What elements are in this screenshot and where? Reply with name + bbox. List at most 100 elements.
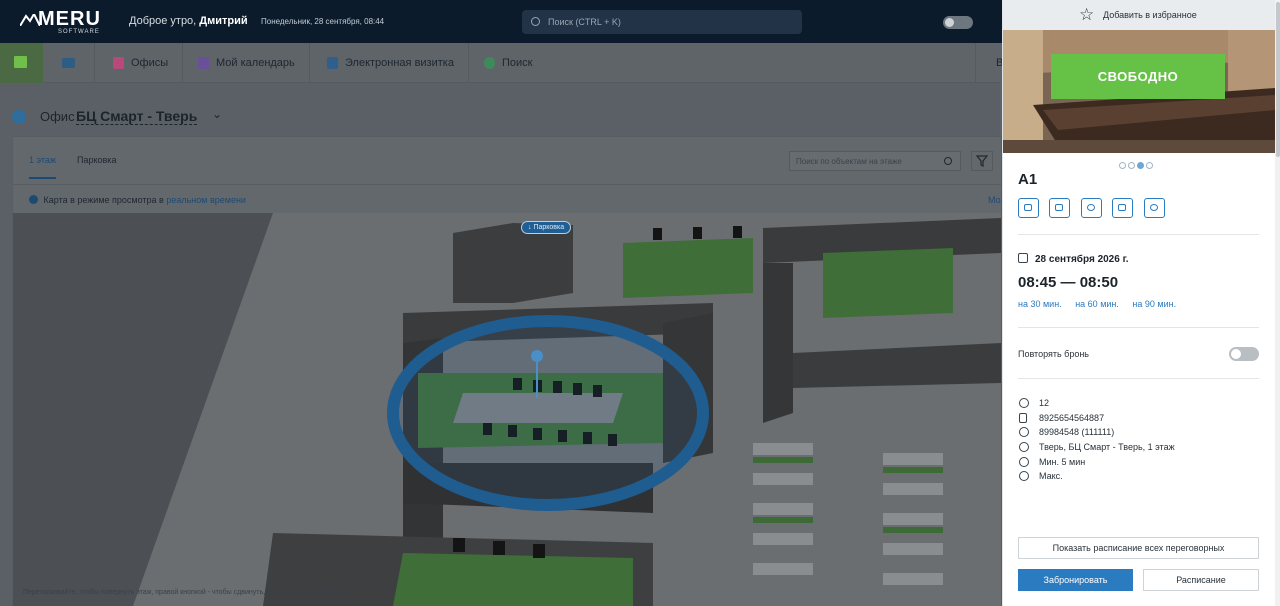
panel-scrollbar[interactable] bbox=[1275, 0, 1280, 606]
prop-value: Мин. 5 мин bbox=[1039, 456, 1086, 467]
object-search-input[interactable]: Поиск по объектам на этаже bbox=[789, 151, 961, 171]
prop-value: Тверь, БЦ Смарт - Тверь, 1 этаж bbox=[1039, 442, 1175, 453]
room-detail-panel: ☆ Добавить в избранное СВОБОДНО A1 28 се… bbox=[1002, 0, 1280, 606]
search-icon bbox=[531, 17, 540, 26]
location-row: Тверь, БЦ Смарт - Тверь, 1 этаж bbox=[1018, 440, 1175, 455]
search-icon bbox=[484, 57, 495, 69]
info-right-link[interactable]: Мо bbox=[988, 195, 1001, 205]
realtime-info: Карта в режиме просмотра в реальном врем… bbox=[29, 195, 246, 205]
office-label: Офис bbox=[40, 109, 75, 124]
room-photo[interactable]: ☆ Добавить в избранное СВОБОДНО bbox=[1003, 0, 1275, 153]
prop-value: Макс. bbox=[1039, 471, 1063, 482]
equipment-icon[interactable] bbox=[1049, 198, 1071, 218]
date-line: Понедельник, 28 сентября, 08:44 bbox=[261, 17, 385, 26]
object-search-placeholder: Поиск по объектам на этаже bbox=[796, 157, 902, 166]
greeting-text: Доброе утро, bbox=[129, 15, 197, 27]
search-icon[interactable] bbox=[944, 157, 952, 165]
info-text: Карта в режиме просмотра в bbox=[43, 195, 164, 205]
clock-icon bbox=[1019, 456, 1029, 467]
floor-plan-illustration bbox=[13, 213, 1001, 606]
main-content: Офис БЦ Смарт - Тверь ⌄ 1 этаж Парковка … bbox=[0, 83, 1002, 606]
calendar-icon bbox=[198, 57, 209, 69]
favorite-bar[interactable]: ☆ Добавить в избранное bbox=[1003, 0, 1275, 30]
floor-tabs: 1 этаж Парковка Поиск по объектам на эта… bbox=[13, 137, 1001, 185]
report-issue-icon[interactable] bbox=[1080, 198, 1102, 218]
nav-item-truncated[interactable]: В bbox=[975, 43, 1003, 83]
carousel-dot[interactable] bbox=[1128, 162, 1135, 169]
max-duration-row: Макс. bbox=[1018, 469, 1175, 484]
star-icon[interactable]: ☆ bbox=[1079, 5, 1094, 25]
nav-item-label: Электронная визитка bbox=[345, 57, 454, 69]
clock-icon bbox=[1019, 471, 1029, 482]
nav-item-search[interactable]: Поиск bbox=[466, 43, 546, 83]
capacity-row: 12 bbox=[1018, 396, 1175, 411]
prop-value: 8925654564887 bbox=[1039, 412, 1105, 423]
tab-floor-1[interactable]: 1 этаж bbox=[29, 155, 56, 179]
floor-map-3d[interactable]: ↓ Парковка Перетаскивайте, чтобы поверну… bbox=[13, 213, 1001, 606]
logo-mark-icon bbox=[20, 14, 40, 26]
chevron-down-icon[interactable]: ⌄ bbox=[212, 107, 222, 121]
logo-subtext: SOFTWARE bbox=[58, 29, 100, 35]
divider bbox=[1018, 234, 1259, 235]
globe-icon bbox=[12, 110, 26, 124]
office-name[interactable]: БЦ Смарт - Тверь bbox=[76, 108, 198, 125]
carousel-dot[interactable] bbox=[1119, 162, 1126, 169]
location-icon bbox=[1019, 442, 1029, 453]
nav-item-label: Поиск bbox=[502, 57, 533, 69]
divider bbox=[1018, 378, 1259, 379]
duration-90-link[interactable]: на 90 мин. bbox=[1132, 299, 1176, 309]
share-icon[interactable] bbox=[1143, 198, 1165, 218]
carousel-dots bbox=[1119, 156, 1155, 169]
tab-parking[interactable]: Парковка bbox=[77, 155, 116, 165]
calendar-icon bbox=[1018, 253, 1028, 263]
card-icon bbox=[327, 57, 338, 69]
parking-tag[interactable]: ↓ Парковка bbox=[521, 221, 572, 234]
carousel-dot-active[interactable] bbox=[1137, 162, 1144, 169]
repeat-label: Повторять бронь bbox=[1018, 349, 1089, 359]
floor-panel: 1 этаж Парковка Поиск по объектам на эта… bbox=[12, 136, 1002, 606]
schedule-button[interactable]: Расписание bbox=[1143, 569, 1259, 591]
room-actions bbox=[1018, 198, 1171, 223]
nav-item-business-card[interactable]: Электронная визитка bbox=[309, 43, 469, 83]
route-icon[interactable] bbox=[1018, 198, 1039, 218]
theme-toggle[interactable] bbox=[943, 16, 973, 29]
global-search-input[interactable]: Поиск (CTRL + K) bbox=[522, 10, 802, 34]
divider bbox=[1018, 327, 1259, 328]
user-name: Дмитрий bbox=[199, 15, 248, 27]
show-all-schedules-button[interactable]: Показать расписание всех переговорных bbox=[1018, 537, 1259, 559]
map-hint: Перетаскивайте, чтобы повернуть этаж, пр… bbox=[23, 589, 361, 596]
booking-date-text: 28 сентября 2026 г. bbox=[1035, 254, 1129, 265]
realtime-link[interactable]: реальном времени bbox=[166, 195, 246, 205]
info-icon bbox=[29, 195, 38, 204]
search-placeholder: Поиск (CTRL + K) bbox=[548, 17, 621, 27]
favorite-label: Добавить в избранное bbox=[1103, 10, 1197, 20]
book-button[interactable]: Забронировать bbox=[1018, 569, 1133, 591]
nav-item-label: Офисы bbox=[131, 57, 169, 69]
min-duration-row: Мин. 5 мин bbox=[1018, 455, 1175, 470]
people-icon bbox=[1019, 398, 1029, 408]
room-name: A1 bbox=[1018, 171, 1038, 188]
filter-button[interactable] bbox=[971, 151, 993, 171]
nav-item-offices[interactable]: Офисы bbox=[95, 43, 184, 83]
quick-durations: на 30 мин. на 60 мин. на 90 мин. bbox=[1018, 299, 1187, 309]
duration-60-link[interactable]: на 60 мин. bbox=[1075, 299, 1119, 309]
office-icon bbox=[113, 57, 124, 69]
prop-value: 12 bbox=[1039, 398, 1050, 408]
meru-logo[interactable]: MERU SOFTWARE bbox=[20, 8, 100, 36]
nav-map-button[interactable] bbox=[0, 43, 43, 83]
repeat-toggle[interactable] bbox=[1229, 347, 1259, 361]
nav-chat-button[interactable] bbox=[43, 43, 95, 83]
booking-time-range[interactable]: 08:45 — 08:50 bbox=[1018, 274, 1118, 291]
wifi-row: 89984548 (111111) bbox=[1018, 425, 1175, 440]
main-nav: Офисы Мой календарь Электронная визитка … bbox=[0, 43, 1003, 83]
room-properties: 12 8925654564887 89984548 (111111) Тверь… bbox=[1018, 396, 1175, 484]
wifi-icon bbox=[1019, 427, 1029, 438]
filter-icon bbox=[975, 155, 989, 167]
phone-row: 8925654564887 bbox=[1018, 411, 1175, 426]
carousel-dot[interactable] bbox=[1146, 162, 1153, 169]
print-icon[interactable] bbox=[1112, 198, 1134, 218]
booking-date[interactable]: 28 сентября 2026 г. bbox=[1018, 253, 1129, 265]
nav-item-calendar[interactable]: Мой календарь bbox=[180, 43, 310, 83]
status-badge: СВОБОДНО bbox=[1051, 54, 1225, 99]
duration-30-link[interactable]: на 30 мин. bbox=[1018, 299, 1062, 309]
